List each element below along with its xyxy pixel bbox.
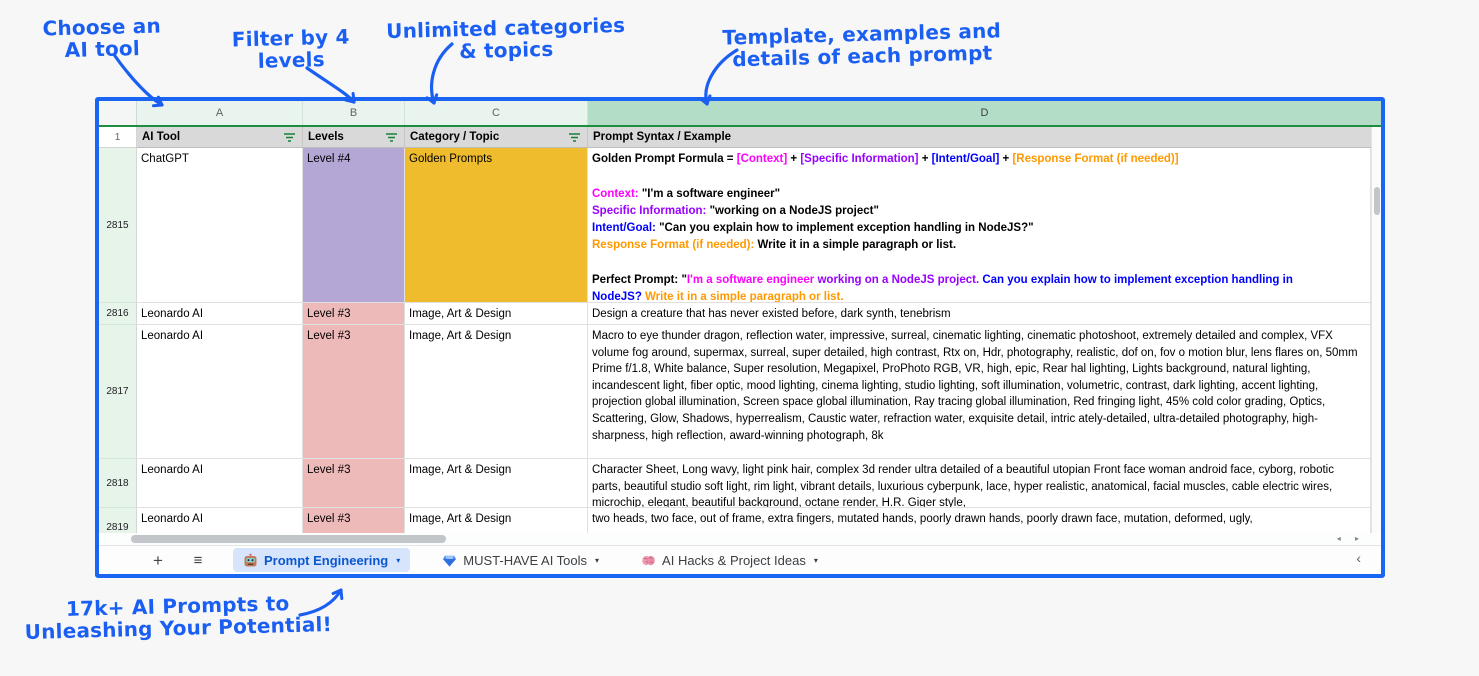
- robot-icon: [243, 553, 258, 568]
- cell-level[interactable]: Level #3: [303, 508, 405, 533]
- annotation-choose-ai-tool: Choose an AI tool: [42, 13, 162, 62]
- cell-ai-tool[interactable]: Leonardo AI: [137, 459, 303, 508]
- cell-level[interactable]: Level #3: [303, 303, 405, 325]
- cell-prompt[interactable]: Golden Prompt Formula = [Context] + [Spe…: [588, 148, 1371, 303]
- filter-icon[interactable]: [568, 132, 581, 143]
- tab-dropdown-caret[interactable]: ▾: [814, 556, 818, 565]
- column-letter-row: A B C D: [99, 101, 1381, 127]
- sheet-tab-bar: + ≡ Prompt Engineering ▾ MUST-HAVE AI To…: [99, 545, 1381, 574]
- table-row-2815: 2815 ChatGPT Level #4 Golden Prompts Gol…: [99, 148, 1371, 303]
- header-cell-ai-tool[interactable]: AI Tool: [137, 127, 303, 148]
- cell-ai-tool[interactable]: ChatGPT: [137, 148, 303, 303]
- cell-category[interactable]: Image, Art & Design: [405, 459, 588, 508]
- annotation-filter-levels: Filter by 4 levels: [231, 24, 350, 73]
- header-cell-category[interactable]: Category / Topic: [405, 127, 588, 148]
- table-row-2818: 2818 Leonardo AI Level #3 Image, Art & D…: [99, 459, 1371, 508]
- cell-ai-tool[interactable]: Leonardo AI: [137, 303, 303, 325]
- header-cell-levels[interactable]: Levels: [303, 127, 405, 148]
- row-number[interactable]: 2816: [99, 303, 137, 325]
- cell-grid: 2815 ChatGPT Level #4 Golden Prompts Gol…: [99, 148, 1371, 533]
- cell-category[interactable]: Golden Prompts: [405, 148, 588, 303]
- column-header-b[interactable]: B: [303, 101, 405, 125]
- tab-prompt-engineering[interactable]: Prompt Engineering ▾: [233, 548, 411, 572]
- cell-category[interactable]: Image, Art & Design: [405, 303, 588, 325]
- horizontal-scrollbar[interactable]: ◂ ▸: [99, 533, 1381, 545]
- cell-prompt[interactable]: Macro to eye thunder dragon, reflection …: [588, 325, 1371, 459]
- column-header-a[interactable]: A: [137, 101, 303, 125]
- tab-dropdown-caret[interactable]: ▾: [396, 556, 400, 565]
- tab-scroll-left-chevron[interactable]: ‹: [1356, 550, 1361, 566]
- tab-ai-hacks-project-ideas[interactable]: AI Hacks & Project Ideas ▾: [631, 548, 828, 572]
- row-number[interactable]: 2817: [99, 325, 137, 459]
- add-sheet-button[interactable]: +: [145, 552, 171, 569]
- cell-ai-tool[interactable]: Leonardo AI: [137, 325, 303, 459]
- table-row-2817: 2817 Leonardo AI Level #3 Image, Art & D…: [99, 325, 1371, 459]
- cell-prompt[interactable]: Character Sheet, Long wavy, light pink h…: [588, 459, 1371, 508]
- gem-icon: [442, 553, 457, 568]
- all-sheets-menu-button[interactable]: ≡: [185, 553, 211, 568]
- column-header-c[interactable]: C: [405, 101, 588, 125]
- row-number[interactable]: 2818: [99, 459, 137, 508]
- select-all-corner[interactable]: [99, 101, 137, 125]
- horizontal-scrollbar-thumb[interactable]: [131, 535, 446, 543]
- row-number[interactable]: 1: [99, 127, 137, 148]
- tab-label: MUST-HAVE AI Tools: [463, 552, 588, 568]
- annotation-template-details: Template, examples and details of each pr…: [722, 18, 1002, 72]
- filter-icon[interactable]: [283, 132, 296, 143]
- table-row-2816: 2816 Leonardo AI Level #3 Image, Art & D…: [99, 303, 1371, 325]
- column-header-d[interactable]: D: [588, 101, 1381, 125]
- filter-icon[interactable]: [385, 132, 398, 143]
- cell-prompt[interactable]: Design a creature that has never existed…: [588, 303, 1371, 325]
- header-cell-prompt[interactable]: Prompt Syntax / Example: [588, 127, 1381, 148]
- cell-level[interactable]: Level #3: [303, 325, 405, 459]
- header-row: 1 AI Tool Levels Category / Topic Prompt…: [99, 127, 1381, 148]
- tab-label: AI Hacks & Project Ideas: [662, 552, 806, 568]
- cell-level[interactable]: Level #3: [303, 459, 405, 508]
- horizontal-scroll-arrows[interactable]: ◂ ▸: [1337, 534, 1365, 543]
- cell-category[interactable]: Image, Art & Design: [405, 325, 588, 459]
- cell-ai-tool[interactable]: Leonardo AI: [137, 508, 303, 533]
- row-number[interactable]: 2815: [99, 148, 137, 303]
- vertical-scrollbar-thumb[interactable]: [1374, 187, 1380, 215]
- vertical-scrollbar[interactable]: [1371, 127, 1381, 533]
- cell-category[interactable]: Image, Art & Design: [405, 508, 588, 533]
- table-row-2819: 2819 Leonardo AI Level #3 Image, Art & D…: [99, 508, 1371, 533]
- brain-icon: [641, 553, 656, 568]
- annotation-unlimited-categories: Unlimited categories & topics: [385, 12, 626, 64]
- annotation-prompts-count: 17k+ AI Prompts to Unleashing Your Potent…: [24, 591, 333, 645]
- tab-label: Prompt Engineering: [264, 552, 389, 568]
- tab-must-have-ai-tools[interactable]: MUST-HAVE AI Tools ▾: [432, 548, 609, 572]
- cell-prompt[interactable]: two heads, two face, out of frame, extra…: [588, 508, 1371, 533]
- row-number[interactable]: 2819: [99, 508, 137, 533]
- cell-level[interactable]: Level #4: [303, 148, 405, 303]
- tab-dropdown-caret[interactable]: ▾: [595, 556, 599, 565]
- spreadsheet: A B C D 1 AI Tool Levels Category / Topi…: [95, 97, 1385, 578]
